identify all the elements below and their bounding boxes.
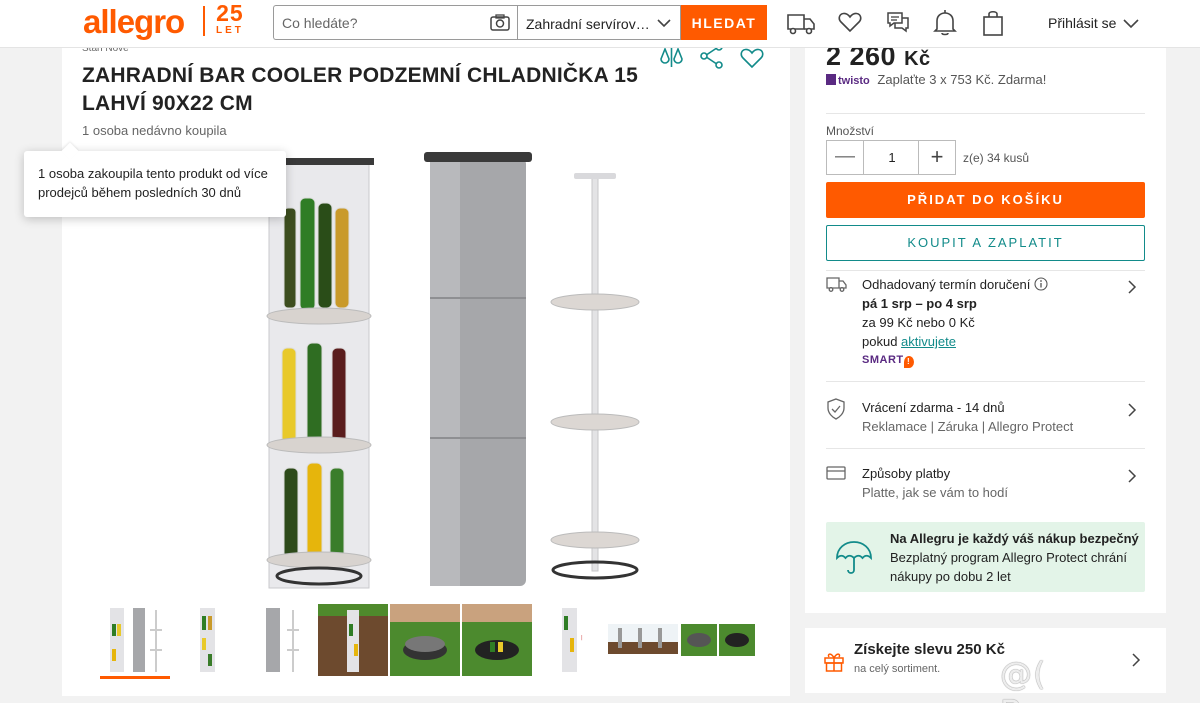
quantity-input[interactable]: 1 bbox=[864, 141, 920, 174]
protect-line2: nákupy po dobu 2 let bbox=[890, 569, 1011, 584]
smart-label: SMART bbox=[862, 354, 904, 366]
search-box bbox=[273, 5, 518, 40]
chat-icon[interactable] bbox=[885, 10, 911, 41]
bell-icon[interactable] bbox=[933, 9, 957, 42]
product-card: Stan Nove ZAHRADNÍ BAR COOLER PODZEMNÍ C… bbox=[62, 43, 790, 696]
anniversary-number: 25 bbox=[216, 0, 244, 26]
divider bbox=[826, 381, 1145, 382]
returns-text: Vrácení zdarma - 14 dnů Reklamace | Záru… bbox=[862, 398, 1073, 436]
chevron-down-icon bbox=[656, 15, 672, 36]
divider bbox=[826, 448, 1145, 449]
anniversary-label: LET bbox=[216, 25, 244, 36]
grey-tube bbox=[424, 152, 532, 586]
search-input[interactable] bbox=[282, 15, 482, 31]
thumbnail[interactable] bbox=[244, 604, 314, 676]
svg-text:|: | bbox=[581, 635, 583, 641]
thumbnail[interactable] bbox=[390, 604, 460, 676]
camera-icon[interactable] bbox=[490, 14, 510, 36]
tooltip-text: 1 osoba zakoupila tento produkt od více … bbox=[38, 166, 268, 200]
twisto-brand: twisto bbox=[838, 75, 870, 87]
payment-title: Způsoby platby bbox=[862, 466, 951, 481]
returns-sub: Reklamace | Záruka | Allegro Protect bbox=[862, 419, 1074, 434]
shield-check-icon bbox=[826, 398, 846, 425]
delivery-price: za 99 Kč nebo 0 Kč bbox=[862, 315, 975, 330]
smart-activate-link[interactable]: aktivujete bbox=[901, 334, 956, 349]
divider bbox=[826, 270, 1145, 271]
delivery-dates: pá 1 srp – po 4 srp bbox=[862, 296, 977, 311]
heart-icon[interactable] bbox=[838, 11, 862, 38]
umbrella-icon bbox=[834, 538, 874, 583]
delivery-info[interactable]: Odhadovaný termín doručení pá 1 srp – po… bbox=[826, 275, 1145, 375]
payment-text: Způsoby platby Platte, jak se vám to hod… bbox=[862, 464, 1008, 502]
bottle-rack bbox=[550, 173, 640, 580]
delivery-truck-icon[interactable] bbox=[786, 10, 816, 41]
twisto-offer[interactable]: twisto Zaplaťte 3 x 753 Kč. Zdarma! bbox=[826, 72, 1046, 87]
price-currency: Kč bbox=[904, 48, 931, 70]
allegro-logo[interactable]: allegro bbox=[83, 3, 185, 41]
info-icon[interactable] bbox=[1034, 277, 1048, 292]
stock-count: z(e) 34 kusů bbox=[963, 151, 1030, 165]
thumbnail-strip: | bbox=[100, 604, 760, 680]
quantity-label: Množství bbox=[826, 124, 875, 138]
anniversary-badge: 25 LET bbox=[216, 2, 244, 36]
top-header: allegro 25 LET Zahradní servírovací HLED… bbox=[0, 0, 1200, 48]
delivery-truck-icon bbox=[826, 275, 848, 298]
category-label: Zahradní servírovací bbox=[526, 16, 651, 32]
cooler-with-bottles bbox=[264, 158, 374, 589]
bazos-watermark: @( Bazos.cz bbox=[1000, 655, 1146, 703]
buy-box: 2 260 Kč twisto Zaplaťte 3 x 753 Kč. Zda… bbox=[805, 41, 1166, 613]
thumbnail[interactable] bbox=[719, 604, 755, 676]
protect-line1: Bezplatný program Allegro Protect chrání bbox=[890, 550, 1128, 565]
delivery-condition: pokud bbox=[862, 334, 898, 349]
thumbnail[interactable]: | bbox=[534, 604, 604, 676]
twisto-text: Zaplaťte 3 x 753 Kč. Zdarma! bbox=[877, 72, 1047, 87]
gift-icon bbox=[823, 650, 845, 677]
delivery-title: Odhadovaný termín doručení bbox=[862, 277, 1031, 292]
protect-text: Na Allegru je každý váš nákup bezpečný B… bbox=[890, 529, 1139, 586]
chevron-right-icon[interactable] bbox=[1127, 402, 1137, 423]
promo-title: Získejte slevu 250 Kč bbox=[854, 641, 1005, 658]
recent-buyers-text[interactable]: 1 osoba nedávno koupila bbox=[82, 123, 227, 138]
thumbnail[interactable] bbox=[608, 604, 678, 676]
add-to-cart-button[interactable]: PŘIDAT DO KOŠÍKU bbox=[826, 182, 1145, 218]
delivery-text: Odhadovaný termín doručení pá 1 srp – po… bbox=[862, 275, 1048, 370]
product-title: ZAHRADNÍ BAR COOLER PODZEMNÍ CHLADNIČKA … bbox=[82, 64, 638, 115]
twisto-logo: twisto bbox=[826, 74, 870, 87]
promo-subtitle: na celý sortiment. bbox=[854, 663, 941, 675]
chevron-down-icon[interactable] bbox=[1122, 14, 1140, 37]
thumbnail[interactable] bbox=[100, 604, 170, 679]
wallet-icon bbox=[826, 464, 846, 487]
payment-info[interactable]: Způsoby platby Platte, jak se vám to hod… bbox=[826, 464, 1145, 504]
thumbnail[interactable] bbox=[681, 604, 717, 676]
returns-info[interactable]: Vrácení zdarma - 14 dnů Reklamace | Záru… bbox=[826, 398, 1145, 438]
favorite-icon[interactable] bbox=[739, 47, 765, 74]
shopping-bag-icon[interactable] bbox=[982, 9, 1004, 42]
returns-title: Vrácení zdarma - 14 dnů bbox=[862, 400, 1005, 415]
buyers-tooltip: 1 osoba zakoupila tento produkt od více … bbox=[24, 151, 286, 217]
payment-sub: Platte, jak se vám to hodí bbox=[862, 485, 1008, 500]
thumbnail[interactable] bbox=[318, 604, 388, 676]
chevron-right-icon[interactable] bbox=[1127, 279, 1137, 300]
protect-title: Na Allegru je každý váš nákup bezpečný bbox=[890, 531, 1139, 546]
logo-divider bbox=[203, 6, 205, 36]
thumbnail[interactable] bbox=[462, 604, 532, 676]
quantity-stepper: — 1 + bbox=[826, 140, 956, 175]
smart-badge: SMART! bbox=[862, 351, 1048, 370]
login-link[interactable]: Přihlásit se bbox=[1048, 15, 1116, 31]
quantity-increase-button[interactable]: + bbox=[918, 141, 955, 174]
thumbnail[interactable] bbox=[172, 604, 242, 676]
chevron-right-icon[interactable] bbox=[1127, 468, 1137, 489]
search-button[interactable]: HLEDAT bbox=[681, 5, 767, 40]
divider bbox=[826, 113, 1145, 114]
category-select[interactable]: Zahradní servírovací bbox=[517, 5, 681, 40]
smart-badge-icon: ! bbox=[903, 356, 914, 368]
allegro-protect-banner[interactable]: Na Allegru je každý váš nákup bezpečný B… bbox=[826, 522, 1145, 592]
quantity-decrease-button[interactable]: — bbox=[827, 141, 864, 174]
buy-now-button[interactable]: KOUPIT A ZAPLATIT bbox=[826, 225, 1145, 261]
